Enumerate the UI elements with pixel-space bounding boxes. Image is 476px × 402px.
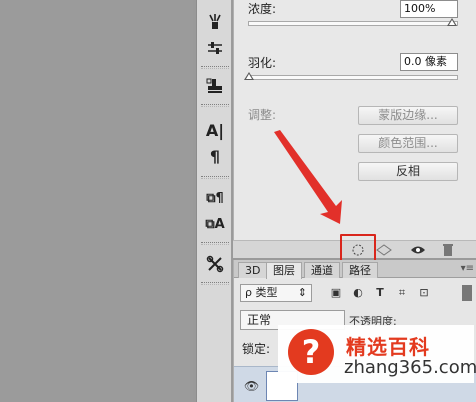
paragraph-icon[interactable]: ¶ xyxy=(201,144,229,168)
panel-dock-strip: A| ¶ ⧉¶ ⧉A xyxy=(196,0,232,402)
separator xyxy=(201,104,229,107)
feather-label: 羽化: xyxy=(248,56,277,70)
layers-tabbar: 3D 图层 通道 路径 ▾≡ xyxy=(234,260,476,279)
density-label: 浓度: xyxy=(248,2,277,16)
document-canvas[interactable] xyxy=(0,0,193,402)
watermark-url: zhang365.com xyxy=(344,357,476,378)
character-style-icon[interactable]: ⧉A xyxy=(201,212,229,236)
smartobject-filter-icon[interactable]: ⊡ xyxy=(416,285,432,301)
eye-icon[interactable]: 👁 xyxy=(244,379,259,393)
mask-edge-button[interactable]: 蒙版边缘... xyxy=(358,106,458,125)
visibility-eye-icon[interactable] xyxy=(407,242,429,258)
shape-filter-icon[interactable]: ⌗ xyxy=(394,285,410,301)
brush-presets-icon[interactable] xyxy=(201,10,229,34)
tools-icon[interactable] xyxy=(201,252,229,276)
feather-input[interactable]: 0.0 像素 xyxy=(400,53,458,71)
paragraph-style-icon[interactable]: ⧉¶ xyxy=(201,186,229,210)
apply-mask-icon[interactable] xyxy=(373,242,395,258)
type-filter-icon[interactable]: T xyxy=(372,285,388,301)
watermark: ? 精选百科 zhang365.com xyxy=(278,325,476,383)
separator xyxy=(201,66,229,69)
separator xyxy=(201,176,229,179)
chevron-updown-icon: ⇕ xyxy=(297,286,307,299)
adjust-label: 调整: xyxy=(248,108,277,122)
stamp-icon[interactable] xyxy=(201,74,229,98)
trash-icon[interactable] xyxy=(437,242,459,258)
watermark-title: 精选百科 xyxy=(346,335,430,359)
tab-layers[interactable]: 图层 xyxy=(266,262,302,279)
question-logo-icon: ? xyxy=(288,329,334,375)
lock-label: 锁定: xyxy=(242,342,271,356)
character-icon[interactable]: A| xyxy=(201,118,229,142)
panel-menu-icon[interactable]: ▾≡ xyxy=(461,263,474,274)
separator xyxy=(201,242,229,245)
invert-button[interactable]: 反相 xyxy=(358,162,458,181)
color-range-button[interactable]: 颜色范围... xyxy=(358,134,458,153)
red-arrow-annotation xyxy=(274,130,342,224)
adjustments-icon[interactable] xyxy=(201,36,229,60)
feather-slider-thumb[interactable] xyxy=(244,72,254,80)
tab-channels[interactable]: 通道 xyxy=(304,262,340,278)
filter-kind-select[interactable]: ρ 类型 ⇕ xyxy=(240,284,312,302)
search-icon: ρ xyxy=(245,286,252,299)
separator xyxy=(201,282,229,285)
tab-paths[interactable]: 路径 xyxy=(342,262,378,278)
density-slider-thumb[interactable] xyxy=(447,18,457,26)
layer-filter-row: ρ 类型 ⇕ ▣ ◐ T ⌗ ⊡ xyxy=(240,284,472,302)
density-slider-track[interactable] xyxy=(248,21,458,26)
filter-toggle[interactable] xyxy=(462,285,472,301)
pixel-filter-icon[interactable]: ▣ xyxy=(328,285,344,301)
highlight-frame xyxy=(340,234,376,262)
adjustment-filter-icon[interactable]: ◐ xyxy=(350,285,366,301)
filter-kind-value: 类型 xyxy=(255,286,278,299)
tab-3d[interactable]: 3D xyxy=(238,262,268,278)
density-input[interactable]: 100% xyxy=(400,0,458,18)
feather-slider-track[interactable] xyxy=(248,75,458,80)
